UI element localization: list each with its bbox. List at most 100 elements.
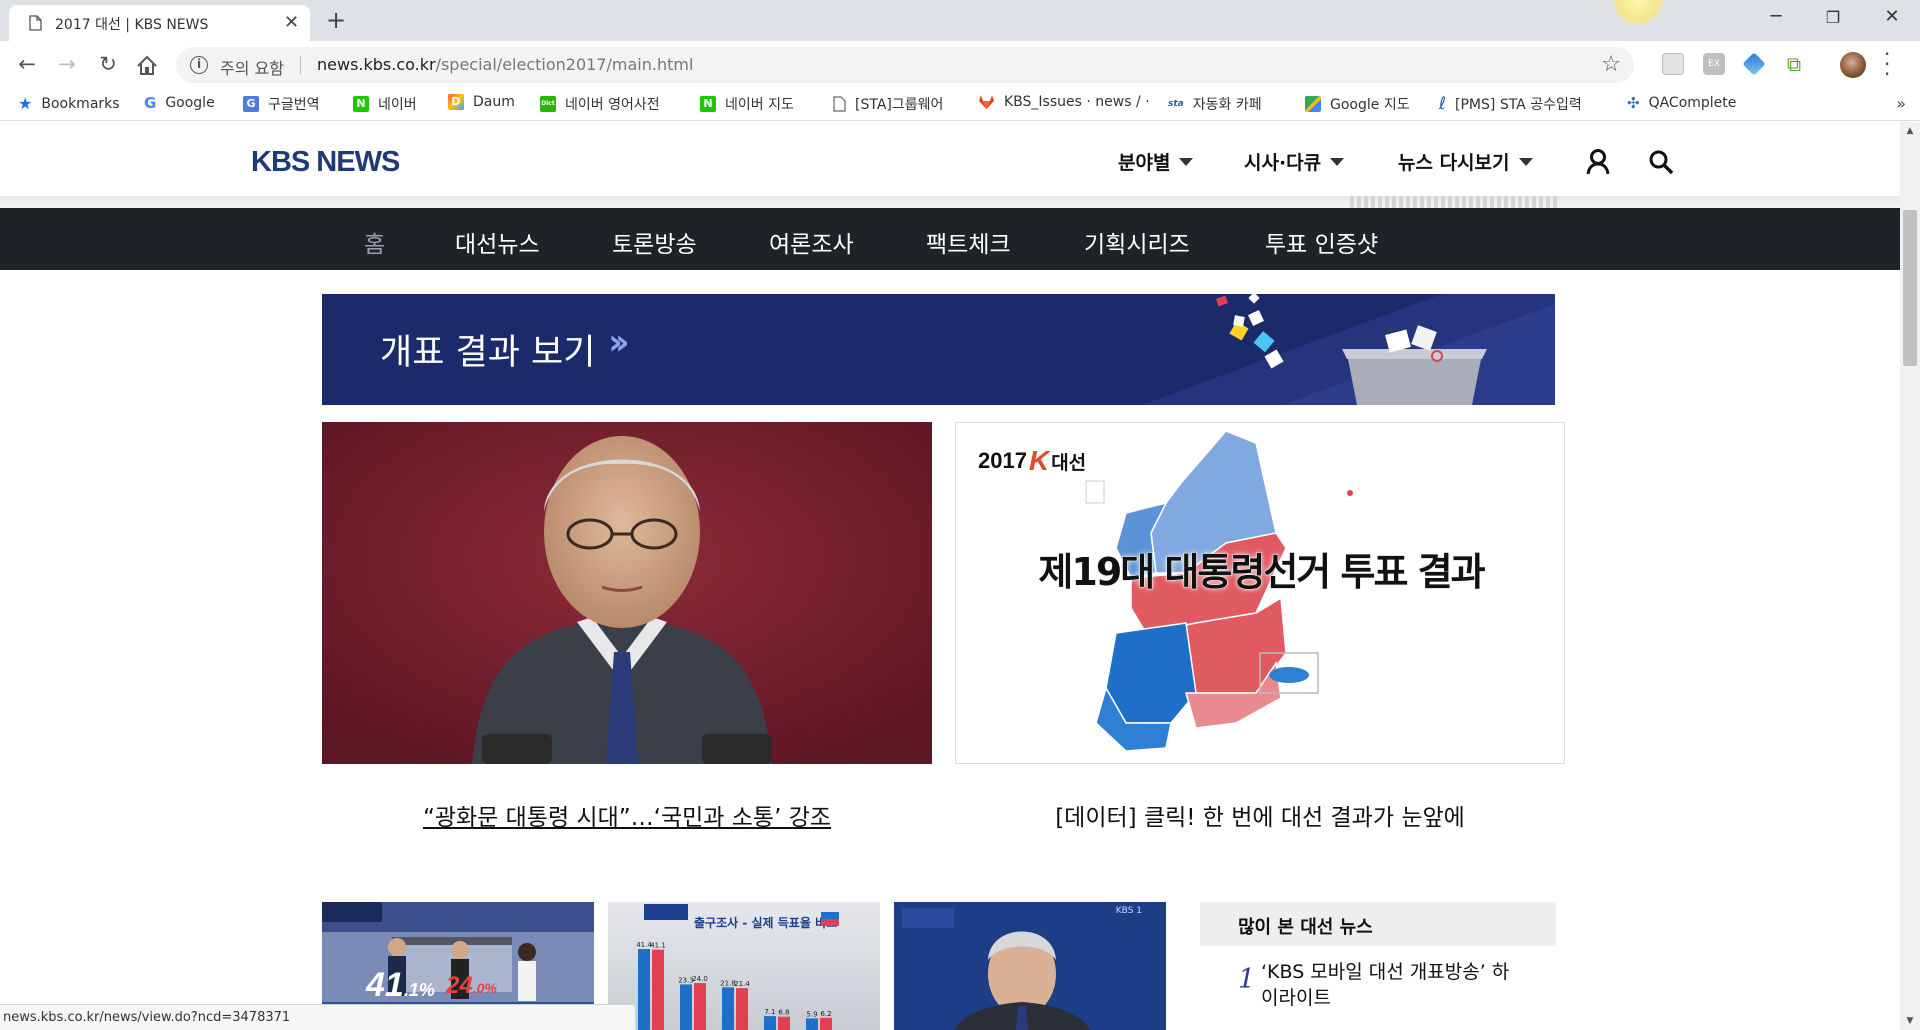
bookmark-star-icon[interactable]: ☆	[1601, 52, 1621, 77]
nav-series[interactable]: 기획시리즈	[1084, 225, 1190, 259]
bookmark-automation-cafe[interactable]: sta 자동화 카페	[1168, 94, 1262, 114]
bookmark-groupware[interactable]: [STA]그룹웨어	[833, 94, 943, 114]
nav-home[interactable]: 홈	[364, 225, 385, 259]
header-texture	[1350, 196, 1560, 208]
banner-label: 개표 결과 보기	[380, 333, 596, 373]
caret-down-icon	[1179, 157, 1194, 166]
vote-share-a-int: 41	[366, 966, 404, 1004]
more-menu-icon[interactable]: · · ·	[1884, 44, 1890, 84]
channel-label: KBS 1	[1115, 906, 1142, 916]
menu-label: 시사·다큐	[1244, 152, 1322, 174]
scroll-up-icon[interactable]: ▲	[1900, 122, 1920, 140]
bookmark-qacomplete[interactable]: ✣ QAComplete	[1627, 94, 1736, 112]
thumb-president-address[interactable]: KBS 1	[894, 902, 1166, 1030]
browser-tab[interactable]: 2017 대선 | KBS NEWS ✕	[9, 5, 310, 41]
bookmark-label: [PMS] STA 공수입력	[1455, 97, 1582, 113]
google-translate-icon: G	[243, 96, 259, 112]
exit-poll-bar	[680, 984, 692, 1030]
profile-avatar[interactable]	[1840, 52, 1866, 78]
sta-icon: sta	[1168, 99, 1184, 109]
nav-election-news[interactable]: 대선뉴스	[455, 225, 540, 259]
nav-vote-photos[interactable]: 투표 인증샷	[1265, 225, 1378, 259]
caret-down-icon	[1518, 157, 1533, 166]
forward-icon[interactable]: →	[54, 51, 80, 77]
bookmark-label: Google	[165, 95, 215, 111]
bookmark-bookmarks[interactable]: ★ Bookmarks	[18, 94, 120, 113]
bookmark-google[interactable]: G Google	[144, 94, 215, 112]
bookmark-label: 구글번역	[268, 97, 320, 113]
bookmark-naver-map[interactable]: N 네이버 지도	[700, 94, 794, 114]
menu-documentary[interactable]: 시사·다큐	[1244, 148, 1345, 175]
close-tab-icon[interactable]: ✕	[284, 12, 299, 33]
vote-share-b: 24.0%	[446, 972, 497, 1000]
bookmark-naver[interactable]: N 네이버	[353, 94, 417, 114]
home-icon[interactable]	[134, 53, 160, 79]
address-bar[interactable]: i 주의 요함 news.kbs.co.kr/special/election2…	[176, 47, 1634, 83]
extension-ex-icon[interactable]: EX	[1703, 53, 1725, 75]
restore-icon[interactable]: ❐	[1813, 8, 1853, 27]
bookmark-google-maps[interactable]: Google 지도	[1305, 94, 1410, 114]
info-icon[interactable]: i	[190, 56, 208, 74]
extension-diamond-icon[interactable]	[1742, 52, 1766, 76]
extension-ladder-icon[interactable]: ⧉	[1783, 53, 1805, 75]
page-viewport: KBS NEWS 분야별 시사·다큐 뉴스 다시보기 홈 대선뉴스 토론방송 여…	[0, 122, 1900, 1030]
results-banner[interactable]: 개표 결과 보기 ››	[322, 294, 1555, 405]
close-window-icon[interactable]: ✕	[1872, 6, 1912, 27]
vote-share-b-int: 24	[446, 972, 473, 999]
bookmark-label: Daum	[473, 94, 515, 110]
popular-item[interactable]: ‘KBS 모바일 대선 개표방송’ 하이라이트	[1261, 959, 1521, 1011]
scroll-down-icon[interactable]: ▼	[1900, 1012, 1920, 1030]
vertical-scrollbar[interactable]: ▲ ▼	[1900, 122, 1920, 1030]
back-icon[interactable]: ←	[14, 51, 40, 77]
naver-icon: N	[353, 96, 369, 112]
caret-down-icon	[1330, 157, 1345, 166]
browser-toolbar: ← → ↻ i 주의 요함 news.kbs.co.kr/special/ele…	[0, 41, 1920, 88]
scroll-thumb[interactable]	[1903, 210, 1917, 366]
security-label[interactable]: 주의 요함	[220, 55, 284, 79]
hero-photo-speech[interactable]	[322, 422, 932, 764]
nav-polls[interactable]: 여론조사	[769, 225, 854, 259]
nav-fact-check[interactable]: 팩트체크	[926, 225, 1011, 259]
google-maps-icon	[1305, 96, 1321, 112]
menu-news-replay[interactable]: 뉴스 다시보기	[1398, 148, 1533, 175]
hero-map-card[interactable]: 2017 K 대선 제19대 대통령선거 투표 결과	[955, 422, 1565, 764]
vote-share-a: 41.1%	[366, 966, 435, 1005]
bookmarks-overflow-icon[interactable]: »	[1896, 94, 1906, 113]
bookmark-naver-dictionary[interactable]: Dict 네이버 영어사전	[540, 94, 660, 114]
bookmark-google-translate[interactable]: G 구글번역	[243, 94, 320, 114]
bookmark-daum[interactable]: D Daum	[448, 94, 515, 110]
omnibox-divider	[300, 56, 301, 74]
hero-caption-data[interactable]: [데이터] 클릭! 한 번에 대선 결과가 눈앞에	[955, 798, 1565, 832]
bookmark-label: KBS_Issues · news / ·	[1004, 94, 1150, 110]
gitlab-icon	[979, 95, 994, 109]
exit-poll-bar-label: 41.1	[650, 942, 666, 950]
user-icon[interactable]	[1585, 148, 1611, 176]
bookmark-kbs-issues[interactable]: KBS_Issues · news / ·	[978, 94, 1150, 110]
new-tab-icon[interactable]: +	[326, 6, 346, 34]
bookmark-label: 네이버	[378, 97, 417, 113]
hero-caption-speech[interactable]: “광화문 대통령 시대”…‘국민과 소통’ 강조	[322, 798, 932, 832]
search-icon[interactable]	[1648, 149, 1674, 175]
exit-poll-bar-label: 6.2	[820, 1010, 831, 1018]
star-icon: ★	[18, 94, 33, 113]
map-headline: 제19대 대통령선거 투표 결과	[1038, 550, 1486, 595]
sun-decoration	[1612, 0, 1664, 26]
nav-debates[interactable]: 토론방송	[612, 225, 697, 259]
extension-screen-icon[interactable]	[1662, 53, 1684, 75]
exit-poll-bar	[652, 949, 664, 1030]
bookmark-pms[interactable]: ℓ [PMS] STA 공수입력	[1439, 94, 1582, 114]
exit-poll-bar	[722, 987, 734, 1030]
thumb-exit-poll[interactable]: 출구조사 - 실제 득표율 비교 41.4 41.1 23.3 24.0 21.8 21.…	[608, 902, 880, 1030]
exit-poll-bar	[694, 983, 706, 1030]
bookmark-label: 네이버 지도	[725, 97, 794, 113]
bookmark-label: 자동화 카페	[1192, 97, 1262, 113]
minimize-icon[interactable]: ─	[1756, 6, 1796, 27]
exit-poll-bar	[736, 988, 748, 1030]
tab-title: 2017 대선 | KBS NEWS	[55, 17, 209, 33]
popular-rank: 1	[1238, 964, 1256, 995]
url-text[interactable]: news.kbs.co.kr/special/election2017/main…	[317, 55, 693, 74]
reload-icon[interactable]: ↻	[95, 51, 121, 77]
kbs-news-logo[interactable]: KBS NEWS	[251, 146, 400, 179]
menu-category[interactable]: 분야별	[1118, 148, 1194, 175]
menu-label: 분야별	[1118, 152, 1171, 174]
